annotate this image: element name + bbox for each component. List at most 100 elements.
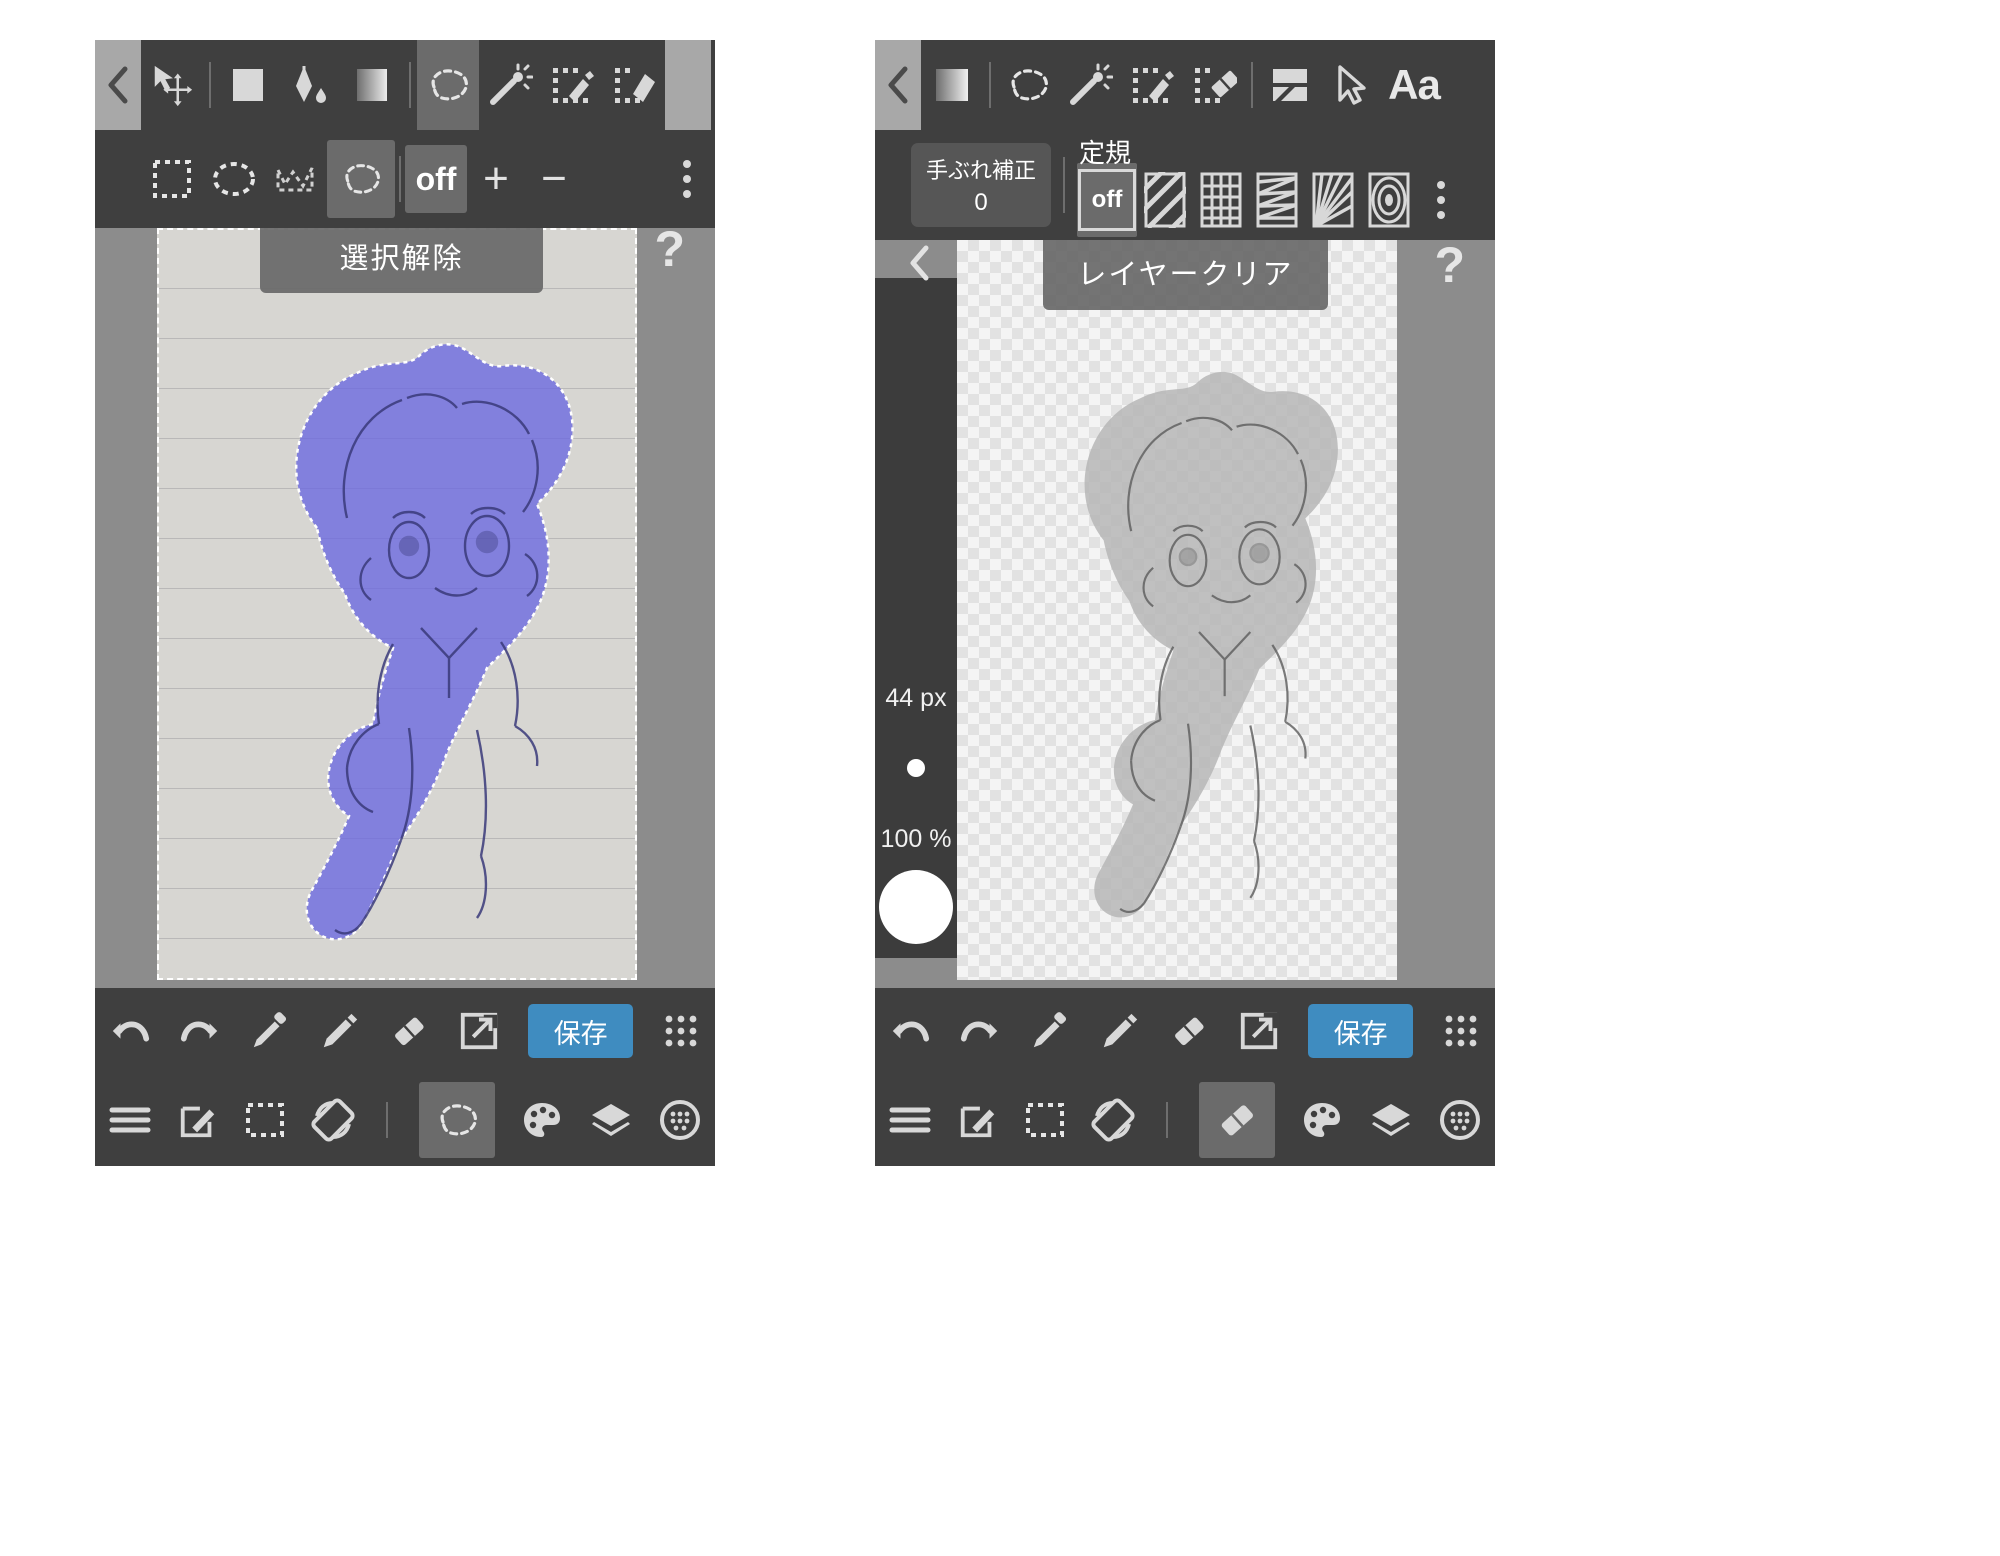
canvas-back-button[interactable] <box>897 240 943 292</box>
stabilizer-label: 手ぶれ補正 <box>925 158 1036 183</box>
eraser-icon[interactable] <box>388 1010 430 1052</box>
character-artwork <box>1084 371 1338 918</box>
ruler-concentric-icon[interactable] <box>1361 163 1417 237</box>
stabilizer-button[interactable]: 手ぶれ補正 0 <box>911 143 1051 227</box>
question-mark-icon[interactable]: ? <box>654 228 685 278</box>
ruler-radial-icon[interactable] <box>1305 163 1361 237</box>
hamburger-menu-icon[interactable] <box>888 1103 932 1137</box>
toast-tooltip: 選択解除 <box>260 228 543 293</box>
redo-icon[interactable] <box>959 1010 1001 1052</box>
decrease-button[interactable]: − <box>525 130 583 228</box>
marquee-rect-icon[interactable] <box>1024 1099 1066 1141</box>
eyedropper-icon[interactable] <box>249 1010 291 1052</box>
lasso-select-icon[interactable] <box>419 1082 496 1158</box>
kebab-menu-icon[interactable] <box>1417 163 1465 237</box>
left-screenshot: off + − 選択解除 ? 保存 <box>95 40 715 1166</box>
marquee-rect-icon[interactable] <box>244 1099 286 1141</box>
stabilizer-value: 0 <box>974 189 988 216</box>
back-button[interactable] <box>95 40 141 130</box>
left-canvas-area[interactable]: 選択解除 ? <box>95 228 715 988</box>
undo-icon[interactable] <box>109 1010 151 1052</box>
increase-button[interactable]: + <box>467 130 525 228</box>
pencil-icon[interactable] <box>319 1010 361 1052</box>
save-button[interactable]: 保存 <box>528 1004 634 1058</box>
back-button[interactable] <box>875 40 921 130</box>
brush-circle-icon[interactable] <box>1438 1098 1482 1142</box>
select-pen-icon[interactable] <box>1121 40 1183 130</box>
divider <box>1165 1102 1168 1138</box>
rotate-canvas-icon[interactable] <box>1091 1098 1135 1142</box>
question-mark-icon[interactable]: ? <box>1434 240 1465 294</box>
select-eraser-icon[interactable] <box>1183 40 1245 130</box>
divider <box>209 62 211 108</box>
right-canvas-area[interactable]: 44 px 100 % レイヤークリア ? <box>875 240 1495 988</box>
brush-opacity-value: 100 % <box>880 825 952 853</box>
pencil-icon[interactable] <box>1099 1010 1141 1052</box>
redo-icon[interactable] <box>179 1010 221 1052</box>
ruler-parallel-icon[interactable] <box>1137 163 1193 237</box>
left-nav-bar <box>95 1074 715 1166</box>
marquee-ellipse-icon[interactable] <box>203 130 265 228</box>
ruler-grid-icon[interactable] <box>1193 163 1249 237</box>
right-bottom-toolbar: 保存 <box>875 988 1495 1074</box>
save-button[interactable]: 保存 <box>1308 1004 1414 1058</box>
share-icon[interactable] <box>1238 1010 1280 1052</box>
lasso-select-icon[interactable] <box>997 40 1059 130</box>
edit-square-icon[interactable] <box>177 1099 219 1141</box>
bucket-icon[interactable] <box>279 40 341 130</box>
lasso-select-icon[interactable] <box>327 140 395 218</box>
right-top-toolbar: Aa <box>875 40 1495 130</box>
share-icon[interactable] <box>458 1010 500 1052</box>
grid-dots-icon[interactable] <box>661 1011 701 1051</box>
antialias-toggle[interactable]: off <box>405 145 467 213</box>
divider <box>399 156 401 202</box>
ruler-off-label: off <box>1078 169 1136 231</box>
text-aa-icon[interactable]: Aa <box>1383 40 1445 130</box>
magic-wand-icon[interactable] <box>479 40 541 130</box>
eraser-icon[interactable] <box>1199 1082 1276 1158</box>
gradient-icon[interactable] <box>921 40 983 130</box>
right-second-toolbar: 手ぶれ補正 0 定規 off <box>875 130 1495 240</box>
marquee-rect-icon[interactable] <box>141 130 203 228</box>
brush-size-slider-handle[interactable] <box>907 759 925 777</box>
brush-size-value: 44 px <box>885 684 947 712</box>
brush-slider-panel[interactable]: 44 px 100 % <box>875 278 957 958</box>
divider <box>385 1102 388 1138</box>
select-eraser-icon[interactable] <box>603 40 665 130</box>
toast-tooltip: レイヤークリア <box>1043 240 1328 310</box>
fill-rect-icon[interactable] <box>217 40 279 130</box>
rotate-canvas-icon[interactable] <box>311 1098 355 1142</box>
brush-circle-icon[interactable] <box>658 1098 702 1142</box>
ruler-off-icon[interactable]: off <box>1077 163 1137 237</box>
selected-character-artwork <box>295 343 574 941</box>
cursor-arrow-icon[interactable] <box>1321 40 1383 130</box>
right-screenshot: Aa 手ぶれ補正 0 定規 off 44 px 100 % レイヤークリア ? … <box>875 40 1495 1166</box>
move-select-icon[interactable] <box>141 40 203 130</box>
eraser-icon[interactable] <box>1168 1010 1210 1052</box>
gradient-icon[interactable] <box>341 40 403 130</box>
polygon-select-icon[interactable] <box>265 130 327 228</box>
split-fill-icon[interactable] <box>1259 40 1321 130</box>
eyedropper-icon[interactable] <box>1029 1010 1071 1052</box>
palette-icon[interactable] <box>1300 1098 1344 1142</box>
divider <box>409 62 411 108</box>
undo-icon[interactable] <box>889 1010 931 1052</box>
lasso-select-icon[interactable] <box>417 40 479 130</box>
ruler-label: 定規 <box>1079 138 1132 168</box>
toolbar-edge <box>665 40 711 130</box>
divider <box>1063 157 1065 213</box>
select-pen-icon[interactable] <box>541 40 603 130</box>
ruler-converge-icon[interactable] <box>1249 163 1305 237</box>
edit-square-icon[interactable] <box>957 1099 999 1141</box>
layers-icon[interactable] <box>1369 1100 1413 1140</box>
brush-opacity-slider-handle[interactable] <box>879 870 953 944</box>
kebab-menu-icon[interactable] <box>659 130 715 228</box>
palette-icon[interactable] <box>520 1098 564 1142</box>
layers-icon[interactable] <box>589 1100 633 1140</box>
divider <box>989 62 991 108</box>
magic-wand-icon[interactable] <box>1059 40 1121 130</box>
hamburger-menu-icon[interactable] <box>108 1103 152 1137</box>
grid-dots-icon[interactable] <box>1441 1011 1481 1051</box>
left-top-toolbar <box>95 40 715 130</box>
left-second-toolbar: off + − <box>95 130 715 228</box>
